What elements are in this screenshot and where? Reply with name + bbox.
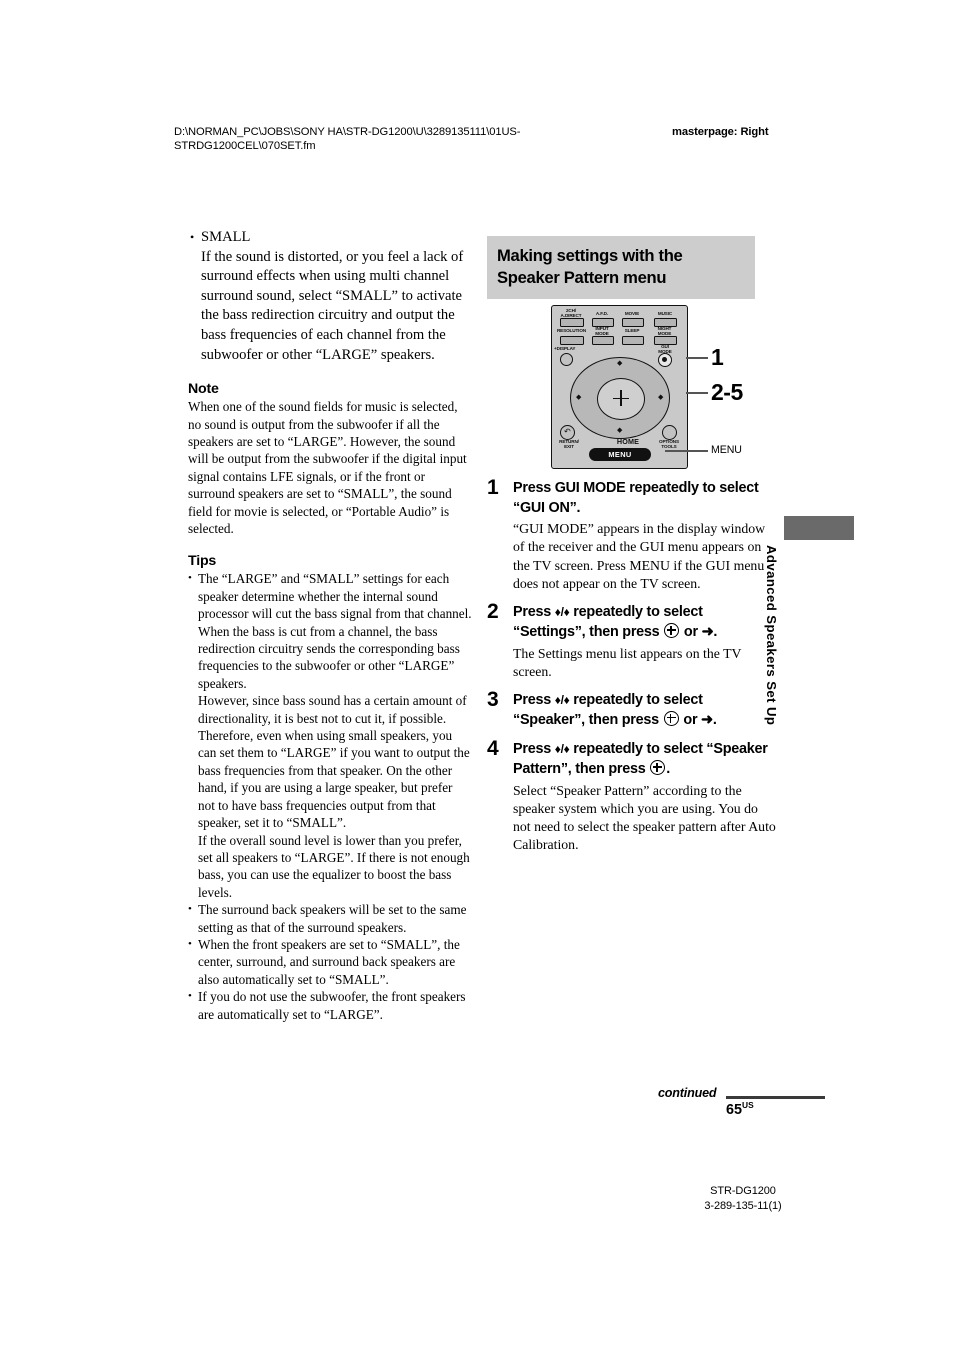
- step-1-number: 1: [487, 476, 499, 499]
- page-number-value: 65: [726, 1101, 743, 1118]
- dpad-up-arrow-icon[interactable]: ◆: [617, 360, 622, 367]
- tip-item: When the front speakers are set to “SMAL…: [188, 936, 472, 988]
- up-down-arrow-icon: ♦/♦: [554, 742, 570, 757]
- part-bold: 11: [757, 1199, 769, 1212]
- leader-line-1: [686, 357, 708, 359]
- step-4-heading: Press ♦/♦ repeatedly to select “Speaker …: [513, 740, 777, 779]
- dpad-right-arrow-icon[interactable]: ◆: [658, 394, 663, 401]
- page-number: 65US: [726, 1100, 754, 1118]
- enter-cross-vertical-icon: [620, 390, 622, 406]
- remote-body: 2CH/ A.DIRECT A.F.D. MOVIE MUSIC RESOLUT…: [551, 305, 688, 469]
- section-title: Making settings with the Speaker Pattern…: [487, 236, 755, 299]
- up-down-arrow-icon: ♦/♦: [554, 605, 570, 620]
- small-bullet-body: If the sound is distorted, or you feel a…: [201, 248, 464, 363]
- tip-item: The “LARGE” and “SMALL” settings for eac…: [188, 570, 472, 622]
- button-label-music: MUSIC: [657, 311, 673, 316]
- tip-item: The surround back speakers will be set t…: [188, 901, 472, 936]
- navigation-dpad[interactable]: ◆ ◆ ◆ ◆: [570, 357, 670, 439]
- numbered-steps: 1 Press GUI MODE repeatedly to select “G…: [487, 476, 777, 865]
- step-1: 1 Press GUI MODE repeatedly to select “G…: [487, 476, 777, 593]
- button-2ch-adirect[interactable]: [560, 318, 584, 327]
- step-2-body: The Settings menu list appears on the TV…: [513, 645, 742, 679]
- tip-paragraph: If the overall sound level is lower than…: [198, 832, 470, 900]
- button-label-options-tools: OPTIONS TOOLS: [659, 439, 679, 449]
- step-3-heading: Press ♦/♦ repeatedly to select “Speaker”…: [513, 691, 777, 730]
- button-label-home: HOME: [616, 437, 640, 446]
- button-label-movie: MOVIE: [624, 311, 640, 316]
- callout-1: 1: [711, 344, 724, 370]
- button-sleep[interactable]: [622, 336, 644, 345]
- step-3-head-post: or ➜.: [679, 711, 717, 728]
- footer-part-number: 3-289-135-11(1): [598, 1199, 888, 1214]
- button-options-tools[interactable]: [662, 425, 677, 440]
- small-bullet: SMALL If the sound is distorted, or you …: [188, 228, 472, 365]
- step-1-body: “GUI MODE” appears in the display window…: [513, 521, 766, 592]
- dpad-enter-button[interactable]: [597, 378, 645, 420]
- enter-button-icon: [650, 759, 666, 775]
- button-resolution[interactable]: [560, 336, 584, 345]
- button-label-sleep: SLEEP: [624, 328, 640, 333]
- side-tab-label: Advanced Speakers Set Up: [764, 545, 779, 726]
- tips-list: The “LARGE” and “SMALL” settings for eac…: [188, 570, 472, 1023]
- part-suffix: (1): [768, 1199, 782, 1212]
- footer-model-block: STR-DG1200 3-289-135-11(1): [598, 1184, 888, 1213]
- step-1-heading: Press GUI MODE repeatedly to select “GUI…: [513, 480, 759, 516]
- step-3-head-pre: Press: [513, 692, 555, 709]
- note-body: When one of the sound fields for music i…: [188, 399, 467, 536]
- step-3-number: 3: [487, 688, 499, 712]
- button-label-resolution: RESOLUTION: [556, 328, 587, 333]
- note-heading: Note: [188, 381, 219, 398]
- callout-2-5: 2-5: [711, 379, 743, 405]
- step-4-body: Select “Speaker Pattern” according to th…: [513, 782, 776, 853]
- button-input-mode[interactable]: [592, 336, 614, 345]
- leader-line-menu: [665, 450, 708, 452]
- footer-rule: [726, 1096, 825, 1099]
- step-2: 2 Press ♦/♦ repeatedly to select “Settin…: [487, 600, 777, 681]
- page-number-suffix: US: [742, 1100, 754, 1110]
- button-label-return-exit: RETURN/ EXIT: [559, 439, 579, 449]
- side-tab-bar: [784, 516, 854, 540]
- step-2-head-post: or ➜.: [680, 623, 718, 640]
- left-text-column: SMALL If the sound is distorted, or you …: [188, 228, 472, 1023]
- up-down-arrow-icon: ♦/♦: [554, 693, 570, 708]
- step-4: 4 Press ♦/♦ repeatedly to select “Speake…: [487, 737, 777, 854]
- footer-model-name: STR-DG1200: [710, 1185, 776, 1197]
- file-path-header: D:\NORMAN_PC\JOBS\SONY HA\STR-DG1200\U\3…: [174, 126, 521, 152]
- step-2-number: 2: [487, 600, 499, 624]
- tips-heading: Tips: [188, 553, 217, 570]
- step-4-head-post: .: [666, 760, 671, 777]
- tip-paragraph: However, since bass sound has a certain …: [198, 693, 470, 831]
- dpad-down-arrow-icon[interactable]: ◆: [617, 427, 622, 434]
- button-return-exit[interactable]: ↶: [560, 425, 575, 440]
- remote-control-illustration: 2CH/ A.DIRECT A.F.D. MOVIE MUSIC RESOLUT…: [487, 300, 847, 475]
- masterpage-label: masterpage: Right: [672, 126, 769, 138]
- button-label-afd: A.F.D.: [595, 311, 609, 316]
- step-2-head-pre: Press: [513, 604, 555, 621]
- enter-button-icon: [663, 710, 679, 726]
- step-2-heading: Press ♦/♦ repeatedly to select “Settings…: [513, 603, 777, 642]
- step-3: 3 Press ♦/♦ repeatedly to select “Speake…: [487, 688, 777, 730]
- button-movie[interactable]: [622, 318, 644, 327]
- right-text-column: Making settings with the Speaker Pattern…: [487, 236, 755, 299]
- step-4-head-pre: Press: [513, 741, 555, 758]
- enter-button-icon: [664, 622, 680, 638]
- button-label-display: +DISPLAY: [554, 346, 576, 351]
- part-prefix: 3-289-135-: [704, 1199, 758, 1212]
- callout-menu: MENU: [711, 444, 742, 456]
- tip-paragraph: When the bass is cut from a channel, the…: [198, 623, 460, 691]
- return-arrow-icon: ↶: [564, 427, 571, 436]
- dpad-left-arrow-icon[interactable]: ◆: [576, 394, 581, 401]
- leader-line-2: [686, 392, 708, 394]
- document-page: D:\NORMAN_PC\JOBS\SONY HA\STR-DG1200\U\3…: [0, 0, 954, 1351]
- button-menu[interactable]: MENU: [589, 448, 651, 461]
- continued-label: continued: [658, 1086, 717, 1100]
- step-4-number: 4: [487, 737, 499, 761]
- small-bullet-title: SMALL: [201, 229, 251, 245]
- tip-item: If you do not use the subwoofer, the fro…: [188, 988, 472, 1023]
